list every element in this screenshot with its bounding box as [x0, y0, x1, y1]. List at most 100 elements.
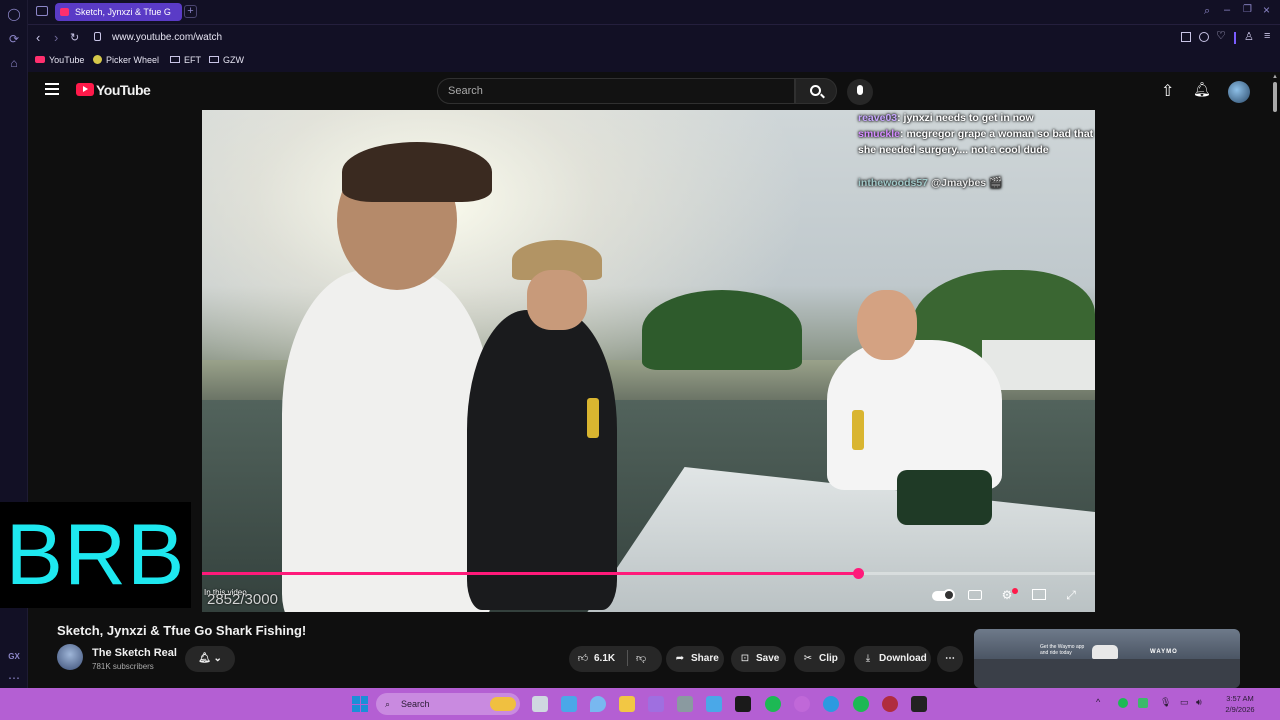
snapshot-icon[interactable]: [1181, 32, 1191, 42]
heart-icon[interactable]: ♡: [1216, 29, 1226, 42]
chevron-down-icon: ⌄: [213, 653, 222, 664]
bookmark-picker-wheel[interactable]: Picker Wheel: [93, 55, 159, 65]
thumbs-down-icon[interactable]: 👎︎: [633, 646, 649, 672]
divider: [1234, 32, 1236, 44]
person-shorts: [897, 470, 992, 525]
share-button[interactable]: ➦ Share: [666, 646, 724, 672]
url-field[interactable]: www.youtube.com/watch: [112, 32, 222, 43]
autoplay-toggle[interactable]: [932, 586, 956, 604]
channel-name[interactable]: The Sketch Real: [92, 647, 177, 659]
opera-logo-icon[interactable]: ◯: [7, 7, 21, 21]
save-button[interactable]: ⊡ Save: [731, 646, 786, 672]
microphone-icon[interactable]: 🎙︎: [1160, 697, 1171, 708]
chat-message: smuckle: mcgregor grape a woman so bad t…: [858, 128, 1094, 156]
adblock-icon[interactable]: [1199, 32, 1209, 42]
tray-app-icon[interactable]: [1138, 698, 1148, 708]
search-button[interactable]: [795, 78, 837, 104]
drop-app-icon[interactable]: [590, 696, 606, 712]
subscriber-count: 781K subscribers: [92, 662, 154, 671]
more-icon[interactable]: ⋯: [7, 671, 21, 685]
volume-icon[interactable]: 🔊︎: [1196, 697, 1202, 708]
scrollbar-thumb[interactable]: [1273, 82, 1277, 112]
calculator-icon[interactable]: [648, 696, 664, 712]
edge-icon[interactable]: [823, 696, 839, 712]
bookmark-gzw[interactable]: GZW: [209, 55, 244, 65]
menu-icon[interactable]: ≡: [1264, 30, 1270, 42]
reload-icon[interactable]: ↻: [70, 31, 79, 44]
hamburger-menu-icon[interactable]: [45, 83, 59, 95]
bookmark-youtube[interactable]: YouTube: [35, 55, 84, 65]
bookmark-icon: ⊡: [740, 653, 750, 664]
youtube-header: YouTube Search ⇧ 🔔︎: [28, 72, 1270, 110]
bookmark-eft[interactable]: EFT: [170, 55, 201, 65]
youtube-favicon-icon: [60, 8, 69, 16]
capcut-icon[interactable]: [735, 696, 751, 712]
download-button[interactable]: ⤓ Download: [854, 646, 931, 672]
new-tab-button[interactable]: +: [184, 5, 197, 18]
maximize-icon[interactable]: ❐: [1243, 4, 1252, 15]
search-icon: ⌕: [385, 699, 391, 709]
tray-spotify-icon[interactable]: [1118, 698, 1128, 708]
close-icon[interactable]: ×: [1263, 3, 1270, 17]
windows-start-icon[interactable]: [352, 696, 368, 712]
minimize-icon[interactable]: –: [1224, 4, 1230, 16]
thumbs-up-icon: 👍︎: [577, 653, 589, 664]
profile-icon[interactable]: ♙: [1244, 30, 1254, 43]
person-white-shirt: [282, 270, 492, 612]
tab-bar: Sketch, Jynxzi & Tfue G + ⌕ – ❐ ×: [28, 0, 1280, 24]
app-icon[interactable]: [794, 696, 810, 712]
opera-gx-icon[interactable]: [882, 696, 898, 712]
folder-icon: [170, 56, 180, 63]
app-icon[interactable]: [911, 696, 927, 712]
page-scrollbar[interactable]: ▲: [1270, 72, 1280, 688]
captions-icon[interactable]: [966, 586, 984, 604]
more-actions-button[interactable]: ⋯: [937, 646, 963, 672]
tray-expand-icon[interactable]: ^: [1096, 697, 1100, 707]
video-player[interactable]: reave03: jynxzi needs to get in now smuc…: [202, 110, 1095, 612]
video-title: Sketch, Jynxzi & Tfue Go Shark Fishing!: [57, 623, 307, 638]
person-black-shirt: [467, 310, 617, 610]
chat-message: inthewoods57 @Jmaybes 🎬: [858, 177, 1003, 189]
clock-time: 3:57 AM: [1226, 694, 1254, 703]
spotify-icon[interactable]: [765, 696, 781, 712]
network-icon[interactable]: ▭: [1180, 697, 1189, 708]
tab-active[interactable]: Sketch, Jynxzi & Tfue G: [55, 3, 182, 21]
file-explorer-icon[interactable]: [619, 696, 635, 712]
ad-card[interactable]: Get the Waymo app and ride today WAYMO: [974, 629, 1240, 688]
progress-fill: [202, 572, 859, 575]
forward-icon[interactable]: ›: [54, 30, 58, 45]
share-icon: ➦: [675, 653, 685, 664]
like-button[interactable]: 👍︎ 6.1K 👎︎: [569, 646, 662, 672]
sync-icon[interactable]: ⟳: [7, 32, 21, 46]
system-clock[interactable]: 3:57 AM 2/9/2026: [1210, 693, 1270, 715]
scroll-up-icon[interactable]: ▲: [1272, 74, 1278, 80]
youtube-logo-text[interactable]: YouTube: [96, 82, 151, 98]
account-avatar[interactable]: [1228, 81, 1250, 103]
youtube-logo-icon[interactable]: [76, 83, 94, 96]
channel-avatar[interactable]: [57, 644, 83, 670]
wheel-icon: [93, 55, 102, 64]
back-icon[interactable]: ‹: [36, 30, 40, 45]
notepad-icon[interactable]: [706, 696, 722, 712]
gx-label[interactable]: GX: [7, 650, 21, 664]
tab-menu-icon[interactable]: [36, 6, 48, 16]
excel-icon[interactable]: [677, 696, 693, 712]
download-icon: ⤓: [865, 653, 871, 664]
drink-can: [587, 398, 599, 438]
miniplayer-icon[interactable]: [1030, 586, 1048, 604]
search-input[interactable]: Search: [437, 78, 795, 104]
progress-bar[interactable]: [202, 568, 1095, 579]
fullscreen-icon[interactable]: ⤢: [1062, 586, 1080, 604]
bookmarks-bar: YouTube Picker Wheel EFT GZW: [28, 50, 1280, 72]
vpn-icon[interactable]: ⌂: [7, 56, 21, 70]
widgets-icon[interactable]: [561, 696, 577, 712]
task-view-icon[interactable]: [532, 696, 548, 712]
lock-icon[interactable]: [94, 32, 101, 41]
spotify-icon[interactable]: [853, 696, 869, 712]
voice-search-button[interactable]: [847, 79, 873, 105]
search-tabs-icon[interactable]: ⌕: [1204, 5, 1210, 18]
notifications-bell-icon[interactable]: 🔔︎: [1193, 81, 1211, 98]
upload-icon[interactable]: ⇧: [1161, 81, 1174, 101]
subscribe-bell-button[interactable]: 🔔︎ ⌄: [185, 646, 235, 672]
clip-button[interactable]: ✂ Clip: [794, 646, 845, 672]
